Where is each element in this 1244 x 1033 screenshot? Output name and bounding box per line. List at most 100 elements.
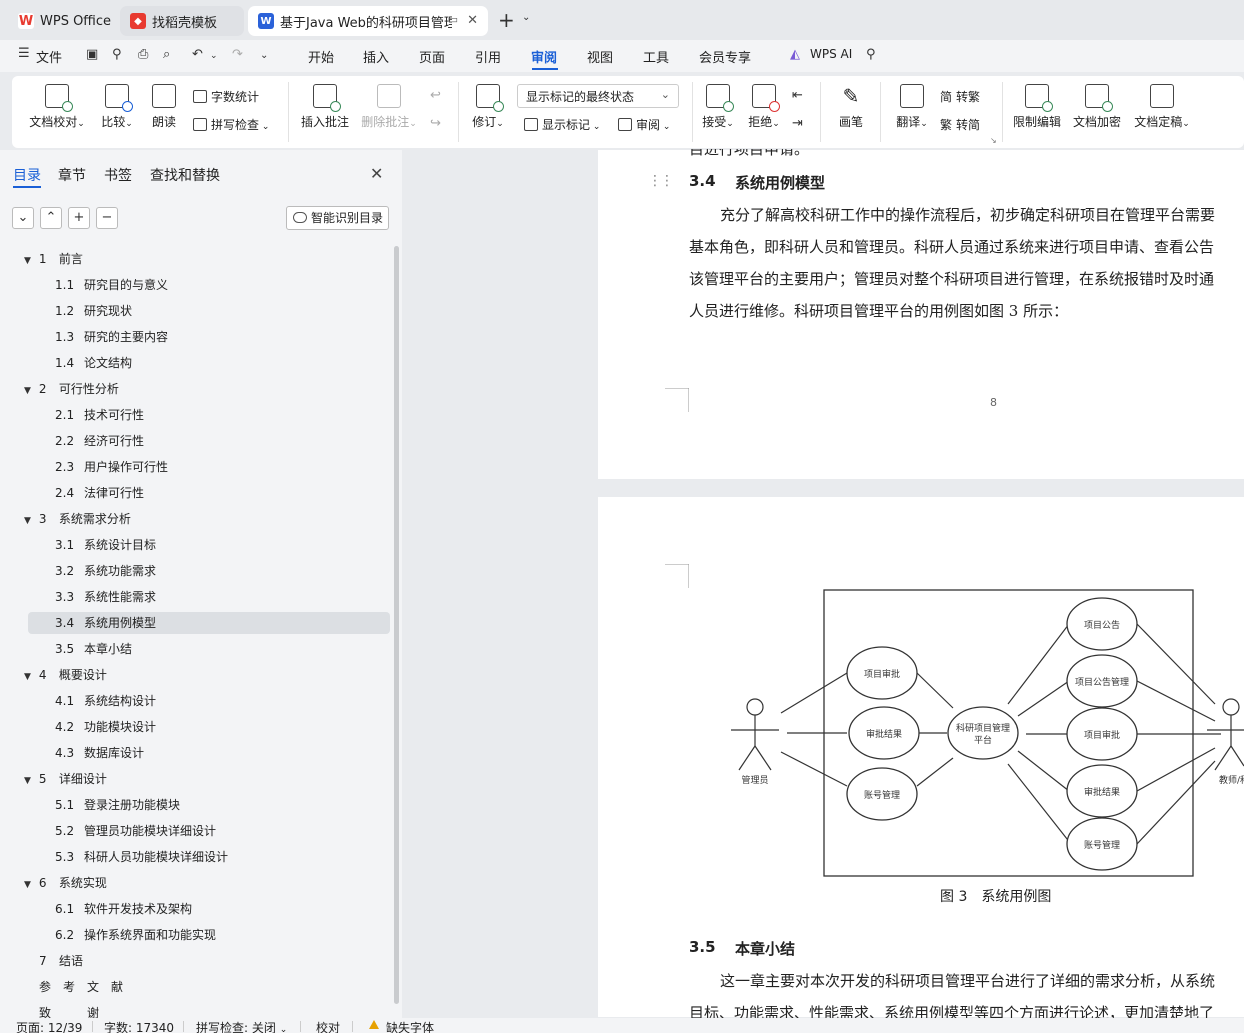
toc-item[interactable]: 参 考 文 献 <box>39 976 123 998</box>
print-preview-icon[interactable]: ⌕ <box>163 47 170 62</box>
search-icon[interactable]: ⚲ <box>866 47 876 62</box>
tab-docer-templates[interactable]: ◆ 找稻壳模板 <box>120 6 244 36</box>
doc-proofread-button[interactable]: 文档校对⌄ <box>29 84 85 130</box>
to-traditional-button[interactable]: 简转繁 <box>940 88 980 105</box>
expand-up-button[interactable]: ⌃ <box>40 207 62 229</box>
tab-current-document[interactable]: W 基于Java Web的科研项目管理 ▭ ✕ <box>248 6 488 36</box>
toc-item[interactable]: ▼ 3 系统需求分析 <box>24 508 131 530</box>
caret-down-icon[interactable]: ▼ <box>24 672 31 682</box>
toc-item[interactable]: 4.1 系统结构设计 <box>55 690 156 712</box>
body-text-line[interactable]: 这一章主要对本次开发的科研项目管理平台进行了详细的需求分析，从系统 <box>720 970 1215 991</box>
missing-font-indicator[interactable]: 缺失字体 <box>386 1019 434 1033</box>
section-heading[interactable]: 本章小结 <box>735 938 795 959</box>
toc-item[interactable]: ▼ 2 可行性分析 <box>24 378 119 400</box>
panel-scrollbar[interactable] <box>394 246 399 1004</box>
pen-button[interactable]: ✎ 画笔 <box>836 84 866 130</box>
markup-state-select[interactable]: 显示标记的最终状态 ⌄ <box>517 84 679 108</box>
toc-item[interactable]: 1.1 研究目的与意义 <box>55 274 168 296</box>
toc-item[interactable]: 6.1 软件开发技术及架构 <box>55 898 192 920</box>
collapse-all-button[interactable]: ⌄ <box>12 207 34 229</box>
toc-item[interactable]: ▼ 5 详细设计 <box>24 768 107 790</box>
toc-item[interactable]: 1.2 研究现状 <box>55 300 132 322</box>
smart-toc-button[interactable]: 智能识别目录 <box>286 206 389 230</box>
section-heading[interactable]: 系统用例模型 <box>735 172 825 193</box>
reject-button[interactable]: 拒绝⌄ <box>746 84 782 130</box>
save-icon[interactable]: ▣ <box>86 47 98 62</box>
caret-down-icon[interactable]: ▼ <box>24 776 31 786</box>
caret-down-icon[interactable]: ▼ <box>24 880 31 890</box>
encrypt-button[interactable]: 文档加密 <box>1072 84 1122 130</box>
toc-item[interactable]: 2.2 经济可行性 <box>55 430 144 452</box>
toc-item[interactable]: ▼ 4 概要设计 <box>24 664 107 686</box>
menu-start[interactable]: 开始 <box>308 47 334 66</box>
new-tab-icon[interactable]: + <box>498 8 515 32</box>
caret-down-icon[interactable]: ▼ <box>24 256 31 266</box>
accept-button[interactable]: 接受⌄ <box>700 84 736 130</box>
toc-item[interactable]: 3.1 系统设计目标 <box>55 534 156 556</box>
monitor-icon[interactable]: ▭ <box>448 13 458 26</box>
panel-tab-sections[interactable]: 章节 <box>58 165 86 185</box>
to-simplified-button[interactable]: 繁转简 <box>940 116 980 133</box>
toc-item[interactable]: 3.5 本章小结 <box>55 638 132 660</box>
tab-wps-office[interactable]: W WPS Office <box>8 6 116 36</box>
word-count-button[interactable]: 字数统计 <box>193 88 259 105</box>
toc-item[interactable]: 5.1 登录注册功能模块 <box>55 794 180 816</box>
page-indicator[interactable]: 页面: 12/39 <box>16 1019 82 1033</box>
next-comment-icon[interactable]: ↪ <box>430 116 441 131</box>
body-text-line[interactable]: 充分了解高校科研工作中的操作流程后，初步确定科研项目在管理平台需要 <box>720 204 1215 225</box>
toc-item[interactable]: 5.3 科研人员功能模块详细设计 <box>55 846 228 868</box>
caret-down-icon[interactable]: ▼ <box>24 516 31 526</box>
print-icon[interactable]: ⎙ <box>138 47 148 62</box>
toc-item[interactable]: 3.2 系统功能需求 <box>55 560 156 582</box>
review-pane-button[interactable]: 审阅 ⌄ <box>618 116 670 133</box>
track-changes-button[interactable]: 修订⌄ <box>470 84 506 130</box>
previous-change-icon[interactable]: ⇤ <box>792 88 803 103</box>
close-icon[interactable]: ✕ <box>467 13 478 28</box>
menu-page[interactable]: 页面 <box>419 47 445 66</box>
insert-comment-button[interactable]: 插入批注 <box>300 84 350 130</box>
toc-item[interactable]: 1.3 研究的主要内容 <box>55 326 168 348</box>
figure-caption[interactable]: 图 3 系统用例图 <box>940 886 1051 906</box>
show-markup-button[interactable]: 显示标记 ⌄ <box>524 116 600 133</box>
undo-icon[interactable]: ↶ <box>192 47 203 62</box>
menu-insert[interactable]: 插入 <box>363 47 389 66</box>
toc-item[interactable]: 3.3 系统性能需求 <box>55 586 156 608</box>
toc-item[interactable]: 4.2 功能模块设计 <box>55 716 156 738</box>
body-text-line[interactable]: 基本角色，即科研人员和管理员。科研人员通过系统来进行项目申请、查看公告 <box>689 236 1214 257</box>
remove-heading-button[interactable]: − <box>96 207 118 229</box>
menu-review[interactable]: 审阅 <box>531 47 557 66</box>
previous-comment-icon[interactable]: ↩ <box>430 88 441 103</box>
wps-ai-icon[interactable]: ◭ <box>790 47 800 62</box>
toc-item[interactable]: 5.2 管理员功能模块详细设计 <box>55 820 216 842</box>
word-count-indicator[interactable]: 字数: 17340 <box>104 1019 174 1033</box>
redo-icon[interactable]: ↷ <box>232 47 243 62</box>
translate-button[interactable]: 翻译⌄ <box>894 84 930 130</box>
read-aloud-button[interactable]: 朗读 <box>150 84 178 130</box>
menu-file[interactable]: 文件 <box>36 47 62 66</box>
caret-down-icon[interactable]: ▼ <box>24 386 31 396</box>
next-change-icon[interactable]: ⇥ <box>792 116 803 131</box>
restrict-edit-button[interactable]: 限制编辑 <box>1012 84 1062 130</box>
add-heading-button[interactable]: + <box>68 207 90 229</box>
share-icon[interactable]: ⚲ <box>112 47 122 62</box>
body-text-line[interactable]: 人员进行维修。科研项目管理平台的用例图如图 3 所示： <box>689 300 1068 321</box>
drag-handle-icon[interactable]: ⋮⋮ <box>648 173 674 189</box>
close-icon[interactable]: ✕ <box>370 164 383 183</box>
panel-tab-find-replace[interactable]: 查找和替换 <box>150 165 220 185</box>
hamburger-icon[interactable]: ☰ <box>18 46 30 61</box>
toc-item[interactable]: 6.2 操作系统界面和功能实现 <box>55 924 216 946</box>
spell-check-indicator[interactable]: 拼写检查: 关闭 ⌄ <box>196 1019 287 1033</box>
chevron-down-icon[interactable]: ⌄ <box>260 50 268 61</box>
panel-tab-bookmarks[interactable]: 书签 <box>104 165 132 185</box>
toc-item[interactable]: 7 结语 <box>24 950 83 972</box>
body-text-line[interactable]: 该管理平台的主要用户；管理员对整个科研项目进行管理，在系统报错时及时通 <box>689 268 1214 289</box>
proofread-indicator[interactable]: 校对 <box>316 1019 340 1033</box>
toc-item[interactable]: ▼ 6 系统实现 <box>24 872 107 894</box>
menu-member[interactable]: 会员专享 <box>699 47 751 66</box>
toc-item[interactable]: 1.4 论文结构 <box>55 352 132 374</box>
toc-item[interactable]: 2.1 技术可行性 <box>55 404 144 426</box>
menu-view[interactable]: 视图 <box>587 47 613 66</box>
menu-wps-ai[interactable]: WPS AI <box>810 47 852 61</box>
chevron-down-icon[interactable]: ⌄ <box>210 51 218 61</box>
spell-check-button[interactable]: 拼写检查 ⌄ <box>193 116 269 133</box>
